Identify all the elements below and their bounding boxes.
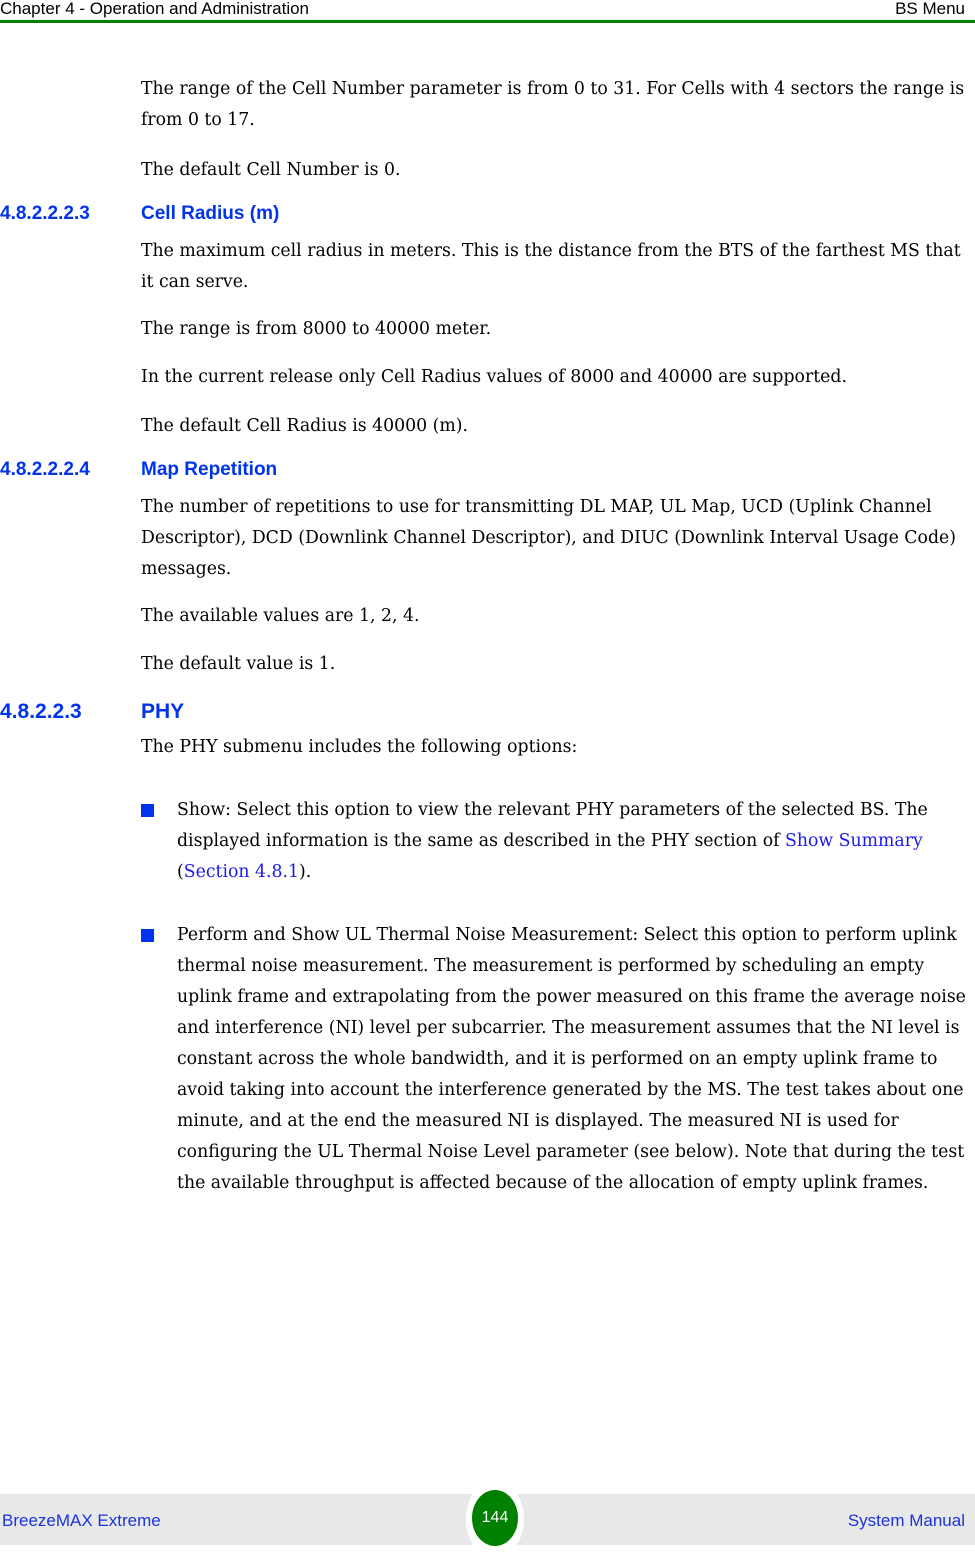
- section-title: Map Repetition: [141, 459, 278, 480]
- section-number: 4.8.2.2.2.3: [0, 203, 90, 224]
- chapter-title: Chapter 4 - Operation and Administration: [0, 0, 310, 18]
- paragraph: The default Cell Radius is 40000 (m).: [141, 416, 468, 436]
- section-title: BS Menu: [895, 0, 965, 18]
- section-title: PHY: [141, 700, 185, 723]
- paragraph: The default value is 1.: [141, 654, 336, 674]
- cell-number-range-paragraph: The range of the Cell Number parameter i…: [141, 79, 965, 130]
- paragraph: The number of repetitions to use for tra…: [141, 497, 956, 579]
- cell-number-default-paragraph: The default Cell Number is 0.: [141, 160, 401, 180]
- paragraph: The PHY submenu includes the following o…: [141, 737, 578, 757]
- paragraph: The available values are 1, 2, 4.: [141, 606, 420, 626]
- paragraph: In the current release only Cell Radius …: [141, 367, 847, 387]
- section-title: Cell Radius (m): [141, 203, 280, 224]
- bullet-text: Perform and Show UL Thermal Noise Measur…: [177, 925, 966, 1193]
- page-footer: BreezeMAX Extreme 144 System Manual: [0, 1480, 975, 1558]
- paragraph: The maximum cell radius in meters. This …: [141, 241, 961, 292]
- section-number: 4.8.2.2.3: [0, 700, 82, 723]
- section-number: 4.8.2.2.2.4: [0, 459, 90, 480]
- show-summary-link[interactable]: Show Summary: [785, 831, 923, 851]
- header-rule: [0, 20, 975, 23]
- bullet-text: Show: Select this option to view the rel…: [177, 800, 928, 882]
- bullet-square-icon: [141, 929, 154, 942]
- page-header: Chapter 4 - Operation and Administration…: [0, 0, 975, 20]
- paragraph: The range is from 8000 to 40000 meter.: [141, 319, 492, 339]
- product-name: BreezeMAX Extreme: [2, 1511, 161, 1530]
- section-4-8-1-link[interactable]: Section 4.8.1: [184, 862, 299, 882]
- page-number-badge: 144: [472, 1490, 518, 1546]
- document-type: System Manual: [847, 1511, 965, 1530]
- bullet-square-icon: [141, 804, 154, 817]
